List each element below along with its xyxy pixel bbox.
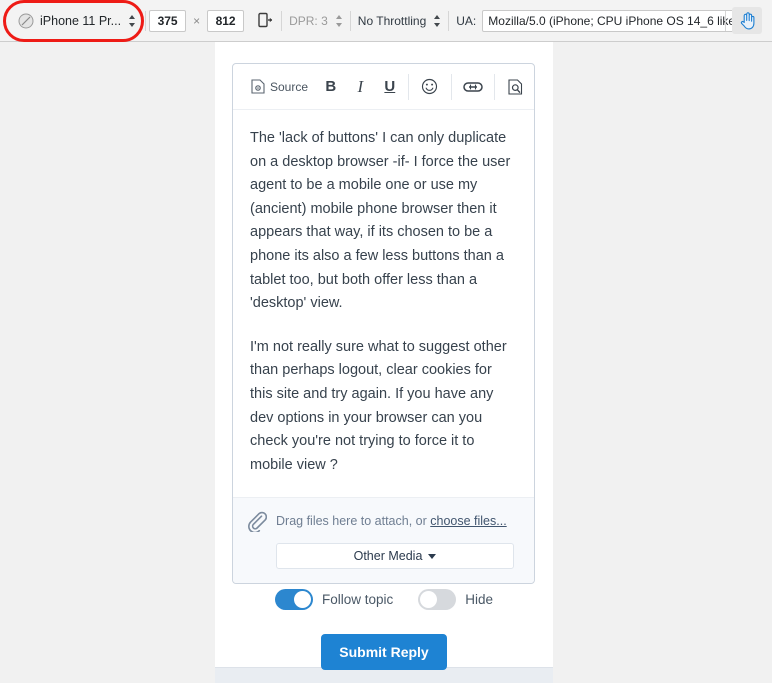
attachment-hint: Drag files here to attach, or choose fil… bbox=[276, 514, 507, 528]
drag-files-text: Drag files here to attach, or bbox=[276, 514, 431, 529]
editor-divider-3 bbox=[493, 73, 495, 100]
smiley-icon bbox=[422, 78, 438, 95]
choose-files-link[interactable]: choose files... bbox=[430, 514, 506, 528]
chevron-updown-icon[interactable] bbox=[128, 14, 136, 28]
dpr-chevron-updown-icon[interactable] bbox=[335, 14, 343, 28]
toolbar-divider-5 bbox=[725, 11, 726, 31]
follow-topic-toggle[interactable] bbox=[274, 589, 313, 610]
user-agent-label: UA: bbox=[456, 13, 477, 28]
device-circle-icon bbox=[18, 13, 34, 28]
other-media-label: Other Media bbox=[353, 549, 423, 564]
dpr-selector[interactable]: DPR: 3 bbox=[285, 9, 347, 33]
viewport-height-input[interactable]: 812 bbox=[207, 9, 245, 32]
editor-toolbar: Source B I U bbox=[233, 64, 534, 110]
attachment-row: Drag files here to attach, or choose fil… bbox=[247, 510, 520, 533]
editor-divider-2 bbox=[450, 73, 452, 100]
throttling-selector[interactable]: No Throttling bbox=[354, 9, 445, 33]
bold-button[interactable]: B bbox=[316, 73, 346, 101]
editor-divider-1 bbox=[407, 73, 409, 100]
dimension-separator: × bbox=[193, 13, 201, 28]
device-selector[interactable]: iPhone 11 Pr... bbox=[3, 0, 144, 42]
caret-down-icon bbox=[428, 553, 437, 559]
follow-topic-toggle-knob bbox=[293, 591, 311, 608]
touch-hand-icon[interactable] bbox=[732, 7, 762, 34]
underline-button[interactable]: U bbox=[375, 73, 405, 101]
toolbar-divider-1 bbox=[145, 10, 147, 31]
source-label: Source bbox=[270, 79, 309, 94]
viewport-width-input[interactable]: 375 bbox=[149, 9, 187, 32]
paperclip-icon bbox=[248, 512, 267, 533]
throttle-chevron-updown-icon[interactable] bbox=[433, 14, 441, 28]
dpr-label: DPR: 3 bbox=[289, 13, 328, 28]
follow-topic-label: Follow topic bbox=[321, 592, 394, 607]
italic-button[interactable]: I bbox=[346, 73, 376, 101]
attachment-dropzone[interactable]: Drag files here to attach, or choose fil… bbox=[233, 497, 534, 584]
composer-options: Follow topic Hide bbox=[215, 589, 553, 610]
throttling-label: No Throttling bbox=[357, 13, 427, 28]
preview-document-icon bbox=[508, 78, 523, 95]
emoji-button[interactable] bbox=[412, 73, 448, 101]
link-button[interactable] bbox=[455, 73, 491, 101]
user-agent-input[interactable] bbox=[482, 9, 749, 32]
devtools-device-toolbar: iPhone 11 Pr... 375 × 812 DPR: 3 No Thro… bbox=[0, 0, 772, 42]
devtools-stage: Source B I U The 'lack of buttons' I can… bbox=[0, 42, 772, 683]
link-icon bbox=[463, 81, 483, 92]
hide-toggle[interactable] bbox=[418, 589, 457, 610]
toolbar-divider-3 bbox=[349, 10, 351, 31]
rotate-device-icon[interactable] bbox=[252, 9, 278, 33]
toolbar-divider-2 bbox=[281, 10, 283, 31]
editor-content[interactable]: The 'lack of buttons' I can only duplica… bbox=[233, 110, 534, 497]
submit-row: Submit Reply bbox=[215, 634, 553, 670]
device-viewport: Source B I U The 'lack of buttons' I can… bbox=[215, 42, 553, 683]
hide-toggle-knob bbox=[420, 591, 438, 608]
user-agent-group: UA: bbox=[456, 9, 749, 32]
preview-button[interactable] bbox=[498, 73, 534, 101]
device-name-label: iPhone 11 Pr... bbox=[40, 13, 122, 28]
source-button[interactable]: Source bbox=[243, 73, 316, 101]
toolbar-divider-4 bbox=[448, 10, 450, 31]
hide-label: Hide bbox=[465, 592, 494, 607]
other-media-button[interactable]: Other Media bbox=[276, 543, 514, 570]
editor-paragraph: I'm not really sure what to suggest othe… bbox=[250, 338, 507, 473]
reply-composer: Source B I U The 'lack of buttons' I can… bbox=[232, 63, 535, 585]
submit-reply-button[interactable]: Submit Reply bbox=[321, 634, 447, 670]
source-code-icon bbox=[251, 79, 265, 94]
editor-paragraph: The 'lack of buttons' I can only duplica… bbox=[250, 130, 511, 312]
